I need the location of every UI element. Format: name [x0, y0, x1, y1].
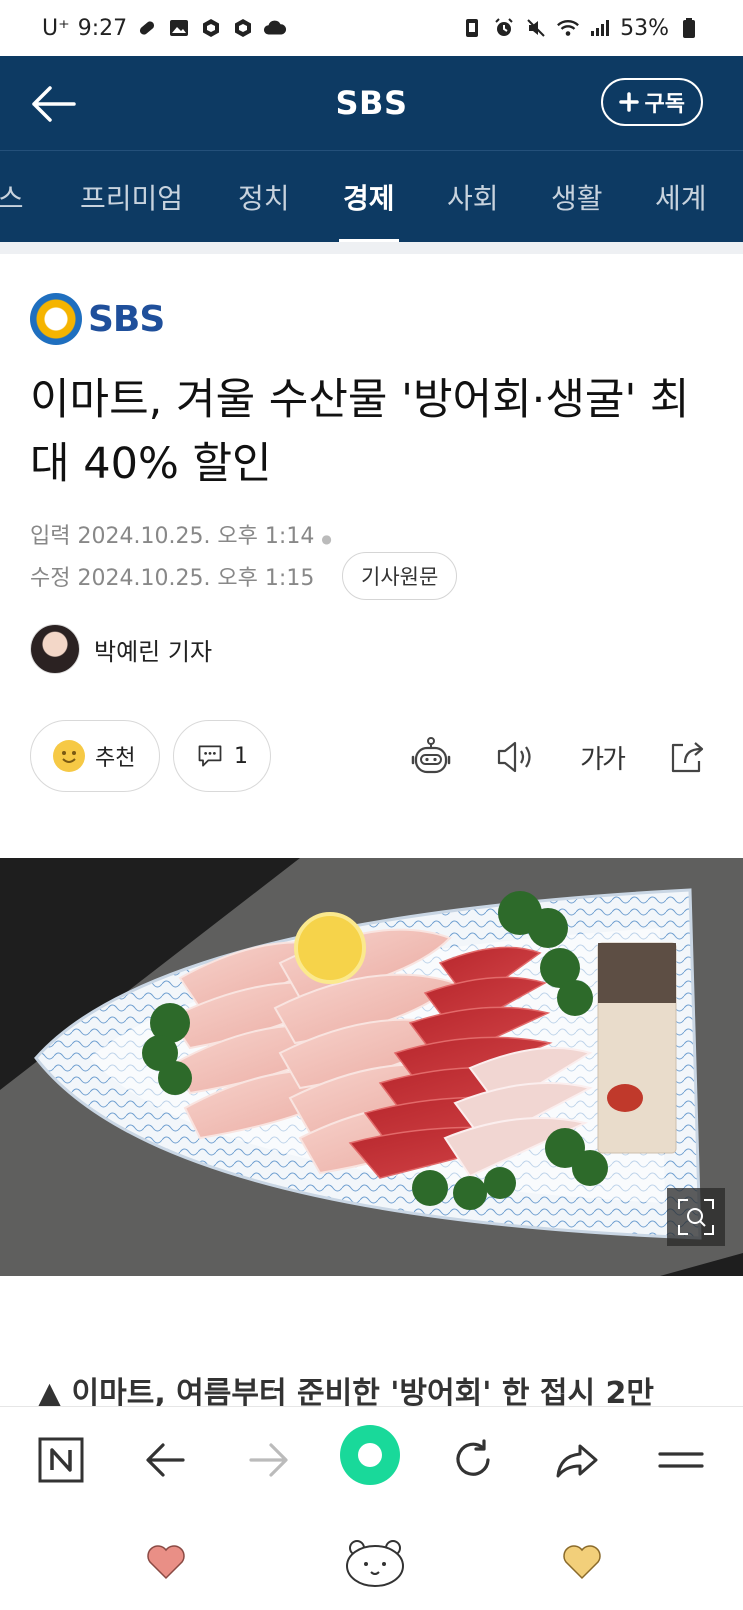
dot-separator: ● — [321, 532, 332, 546]
modified-time-line: 수정 2024.10.25. 오후 1:15 — [30, 560, 314, 592]
input-time: 2024.10.25. 오후 1:14 — [77, 524, 315, 549]
bear-face-icon — [346, 1540, 404, 1587]
cloud-icon — [263, 16, 287, 40]
status-bar: U⁺ 9:27 53% — [0, 0, 743, 56]
robot-icon — [411, 737, 451, 774]
browser-share-button[interactable] — [544, 1427, 610, 1493]
tab-society[interactable]: 사회 — [447, 151, 499, 242]
tab-economy[interactable]: 경제 — [339, 151, 399, 242]
plus-icon — [618, 92, 639, 112]
input-label: 입력 — [30, 524, 71, 549]
article-headline: 이마트, 겨울 수산물 '방어회·생굴' 최대 40% 할인 — [30, 375, 690, 489]
green-circle-icon — [340, 1425, 400, 1485]
page-title: SBS — [335, 84, 408, 122]
pink-heart-button[interactable] — [136, 1532, 196, 1592]
pink-heart-icon — [147, 1545, 185, 1580]
comment-bubble-icon — [198, 745, 222, 767]
share-button[interactable] — [664, 734, 710, 780]
gallery-icon — [167, 16, 191, 40]
carrier-label: U⁺ — [42, 15, 70, 41]
sashimi-platter-image — [0, 858, 743, 1276]
hamburger-icon — [658, 1452, 704, 1468]
wifi-icon — [556, 16, 580, 40]
smile-icon — [53, 740, 85, 772]
input-time-line: 입력 2024.10.25. 오후 1:14 ● — [30, 518, 332, 550]
bottom-strip — [0, 1512, 743, 1610]
comment-count: 1 — [234, 743, 248, 769]
press-logo[interactable]: SBS — [30, 293, 165, 345]
article-actions: 추천 1 가가 — [30, 720, 713, 792]
zoom-icon — [678, 1199, 714, 1235]
bear-button[interactable] — [340, 1532, 410, 1592]
share-arrow-icon — [556, 1444, 598, 1478]
signal-icon — [588, 16, 612, 40]
listen-button[interactable] — [492, 734, 538, 780]
arrow-right-icon — [249, 1443, 288, 1477]
font-size-button[interactable]: 가가 — [574, 734, 630, 780]
subscribe-button[interactable]: 구독 — [600, 78, 703, 126]
alarm-icon — [492, 16, 516, 40]
tab-politics[interactable]: 정치 — [238, 151, 290, 242]
cube-icon-2 — [231, 16, 255, 40]
article-photo[interactable] — [0, 858, 743, 1276]
category-tabs: 뉴스 프리미엄 정치 경제 사회 생활 세계 — [0, 150, 743, 242]
menu-button[interactable] — [648, 1427, 714, 1493]
modified-label: 수정 — [30, 566, 71, 591]
modified-time: 2024.10.25. 오후 1:15 — [77, 566, 315, 591]
battery-icon — [677, 16, 701, 40]
press-name: SBS — [88, 298, 165, 340]
recommend-label: 추천 — [95, 746, 136, 771]
tab-news[interactable]: 뉴스 — [0, 151, 24, 242]
app-header: SBS 구독 — [0, 56, 743, 150]
status-left: U⁺ 9:27 — [42, 16, 287, 41]
battery-percent: 53% — [620, 15, 669, 41]
subscribe-label: 구독 — [644, 92, 685, 117]
tab-life[interactable]: 생활 — [551, 151, 603, 242]
browser-toolbar — [0, 1406, 743, 1512]
mute-icon — [524, 16, 548, 40]
nfc-icon — [460, 16, 484, 40]
naver-home-button[interactable] — [28, 1427, 94, 1493]
tab-premium[interactable]: 프리미엄 — [80, 151, 183, 242]
font-size-label: 가가 — [580, 744, 626, 775]
photo-zoom-button[interactable] — [667, 1188, 725, 1246]
reporter-info[interactable]: 박예린 기자 — [30, 624, 212, 674]
sbs-logo-ring-icon — [30, 293, 82, 345]
refresh-button[interactable] — [440, 1427, 506, 1493]
share-icon — [671, 742, 704, 773]
original-article-button[interactable]: 기사원문 — [342, 552, 458, 600]
section-divider — [0, 242, 743, 254]
back-button[interactable] — [28, 82, 80, 126]
green-dot-button[interactable] — [338, 1423, 402, 1487]
comment-button[interactable]: 1 — [173, 720, 271, 792]
tab-world[interactable]: 세계 — [655, 151, 707, 242]
reporter-name: 박예린 기자 — [94, 637, 213, 666]
pill-icon — [135, 16, 159, 40]
summary-bot-button[interactable] — [408, 734, 454, 780]
yellow-heart-icon — [563, 1545, 601, 1580]
browser-forward-button[interactable] — [236, 1427, 302, 1493]
clock: 9:27 — [77, 15, 128, 41]
speaker-icon — [497, 741, 531, 773]
naver-n-icon — [38, 1437, 84, 1483]
recommend-button[interactable]: 추천 — [30, 720, 160, 792]
cube-icon — [199, 16, 223, 40]
yellow-heart-button[interactable] — [552, 1532, 612, 1592]
reporter-avatar — [30, 624, 80, 674]
refresh-icon — [456, 1439, 490, 1476]
browser-back-button[interactable] — [132, 1427, 198, 1493]
status-right: 53% — [460, 16, 701, 41]
back-arrow-icon — [32, 86, 76, 122]
arrow-left-icon — [146, 1443, 185, 1477]
